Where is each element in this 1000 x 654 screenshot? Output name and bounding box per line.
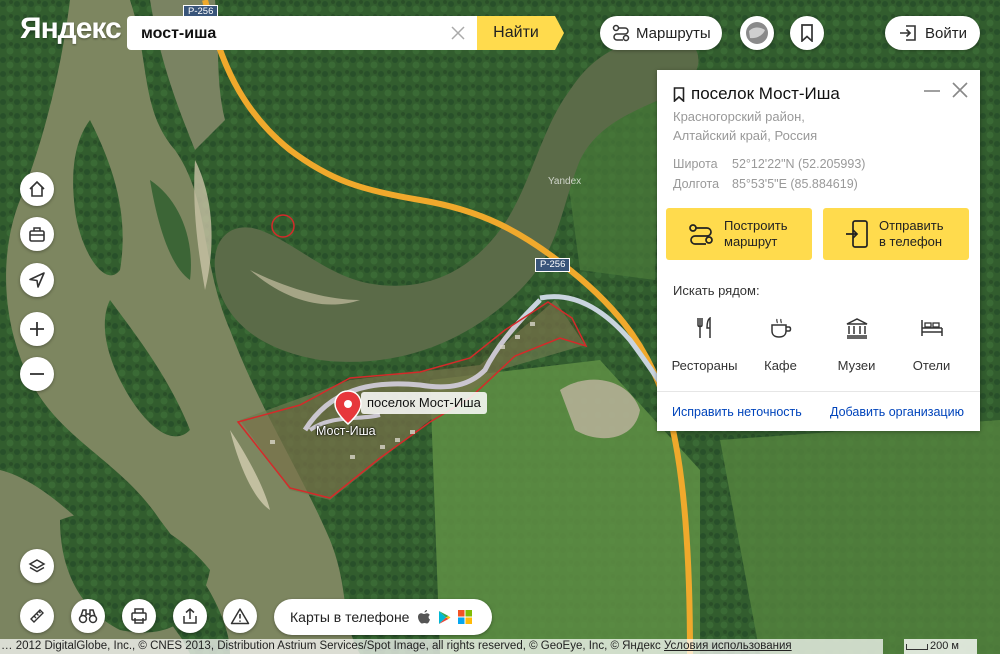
nearby-title: Искать рядом: (673, 283, 760, 298)
add-organization-link[interactable]: Добавить организацию (830, 405, 964, 419)
apple-icon (418, 610, 431, 624)
login-button[interactable]: Войти (885, 16, 980, 50)
nearby-label: Рестораны (671, 358, 738, 373)
bookmarks-button[interactable] (790, 16, 824, 50)
latitude-value[interactable]: 52°12'22"N (52.205993) (732, 157, 865, 171)
minus-icon (30, 373, 44, 375)
warning-icon (230, 608, 250, 625)
briefcase-icon (29, 227, 45, 242)
map-layer-button[interactable] (740, 16, 774, 50)
place-card: поселок Мост-Иша Красногорский район, Ал… (657, 70, 980, 431)
nearby-restaurants[interactable]: Рестораны (667, 314, 742, 373)
build-route-line: Построить (724, 218, 788, 233)
send-to-phone-line: Отправить (879, 218, 944, 233)
zoom-in-button[interactable] (20, 312, 54, 346)
routes-button[interactable]: Маршруты (600, 16, 722, 50)
build-route-button[interactable]: Построить маршрут (666, 208, 812, 260)
report-problem-button[interactable] (223, 599, 257, 633)
bookmark-icon (801, 24, 813, 42)
maps-in-phone-button[interactable]: Карты в телефоне (274, 599, 492, 635)
send-to-phone-line: в телефон (879, 234, 943, 249)
login-label: Войти (925, 24, 967, 42)
windows-icon (458, 610, 473, 624)
place-title: поселок Мост-Иша (673, 84, 840, 104)
coffee-cup-icon (770, 318, 791, 338)
my-location-button[interactable] (20, 263, 54, 297)
nearby-museums[interactable]: Музеи (819, 314, 894, 373)
routes-label: Маршруты (636, 24, 711, 42)
build-route-line: маршрут (724, 234, 778, 249)
printer-icon (131, 608, 147, 624)
nearby-label: Отели (912, 358, 951, 373)
panorama-button[interactable] (71, 599, 105, 633)
binoculars-icon (78, 609, 98, 624)
search-box (127, 16, 477, 52)
region-line: Красногорский район, (673, 109, 805, 124)
ruler-button[interactable] (20, 599, 54, 633)
place-title-text: поселок Мост-Иша (691, 84, 840, 103)
phone-icon (846, 220, 868, 248)
work-button[interactable] (20, 217, 54, 251)
ruler-icon (30, 609, 44, 623)
bed-icon (920, 320, 943, 336)
send-to-phone-button[interactable]: Отправить в телефон (823, 208, 969, 260)
region-line: Алтайский край, Россия (673, 128, 818, 143)
nearby-label: Музеи (837, 358, 876, 373)
share-button[interactable] (173, 599, 207, 633)
bookmark-icon[interactable] (673, 86, 685, 102)
map-watermark: Yandex (548, 176, 582, 187)
search-bar: Найти (127, 16, 564, 52)
layers-icon (28, 559, 46, 573)
home-icon (29, 180, 45, 197)
search-input[interactable] (139, 16, 443, 52)
nearby-hotels[interactable]: Отели (894, 314, 969, 373)
nearby-cafe[interactable]: Кафе (743, 314, 818, 373)
village-name-label: Мост-Иша (316, 424, 376, 438)
layers-button[interactable] (20, 549, 54, 583)
place-coordinates: Широта 52°12'22"N (52.205993) Долгота 85°5… (673, 154, 865, 194)
fork-knife-icon (696, 317, 711, 338)
maps-in-phone-label: Карты в телефоне (290, 609, 410, 625)
google-play-icon (439, 610, 451, 624)
login-icon (900, 25, 916, 41)
longitude-value[interactable]: 85°53'5"E (85.884619) (732, 177, 858, 191)
divider (657, 391, 980, 392)
minimize-icon[interactable] (923, 83, 941, 99)
scale-ruler: 200 м (904, 639, 977, 654)
location-arrow-icon (29, 272, 45, 288)
latitude-label: Широта (673, 157, 718, 171)
terms-of-use-link[interactable]: Условия использования (664, 640, 792, 652)
longitude-label: Долгота (673, 177, 720, 191)
print-button[interactable] (122, 599, 156, 633)
find-button[interactable]: Найти (477, 16, 555, 50)
share-icon (183, 608, 197, 624)
scale-label: 200 м (930, 640, 959, 652)
road-shield: Р-256 (535, 258, 571, 272)
clear-icon[interactable] (449, 24, 467, 42)
satellite-globe-icon (746, 22, 768, 44)
scale-bar (906, 644, 928, 650)
museum-icon (846, 318, 867, 339)
place-region: Красногорский район, Алтайский край, Рос… (673, 107, 817, 145)
copyright-bar: … 2012 DigitalGlobe, Inc., © CNES 2013, … (0, 639, 883, 654)
yandex-logo[interactable]: Яндекс (20, 12, 122, 46)
route-icon (612, 24, 630, 42)
find-button-arrow (555, 16, 564, 50)
nearby-label: Кафе (764, 358, 797, 373)
placemark-label[interactable]: поселок Мост-Иша (361, 392, 487, 414)
zoom-out-button[interactable] (20, 357, 54, 391)
route-icon (689, 224, 713, 245)
close-icon[interactable] (951, 81, 969, 99)
home-button[interactable] (20, 172, 54, 206)
plus-icon (30, 322, 44, 336)
copyright-text: … 2012 DigitalGlobe, Inc., © CNES 2013, … (1, 640, 661, 652)
report-error-link[interactable]: Исправить неточность (672, 405, 802, 419)
